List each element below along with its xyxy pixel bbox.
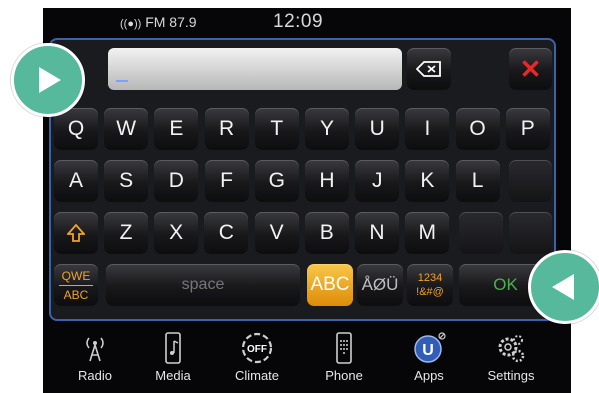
backspace-button[interactable] [407, 48, 451, 90]
nav-label: Climate [234, 368, 280, 383]
nav-media[interactable]: Media [133, 330, 213, 390]
apps-icon: U [411, 330, 447, 366]
key-m[interactable]: M [405, 212, 450, 254]
key-i[interactable]: I [405, 108, 450, 150]
radio-tower-icon [77, 330, 113, 366]
nav-label: Radio [78, 368, 112, 383]
mode-top-label: QWE [61, 268, 91, 283]
key-d[interactable]: D [154, 160, 199, 202]
text-cursor [116, 80, 128, 82]
key-r[interactable]: R [204, 108, 249, 150]
abc-label: ABC [310, 274, 350, 295]
key-p[interactable]: P [505, 108, 550, 150]
symbols-bottom-label: !&#@ [416, 286, 444, 298]
play-left-icon [528, 250, 599, 324]
key-u[interactable]: U [355, 108, 400, 150]
radio-status: ((●)) FM 87.9 [120, 14, 197, 30]
svg-text:U: U [422, 342, 434, 359]
key-g[interactable]: G [254, 160, 299, 202]
nav-label: Apps [414, 368, 444, 383]
text-input-field[interactable] [108, 48, 402, 90]
key-z[interactable]: Z [104, 212, 148, 254]
nav-label: Settings [487, 368, 535, 383]
radio-station: FM 87.9 [145, 14, 197, 30]
keyboard-panel: ✕ QWE RTYUIOP ASDFGHJKL ZXCVBNM QWE ABC s… [45, 38, 556, 321]
nav-label: Media [155, 368, 191, 383]
space-label: space [181, 276, 225, 293]
nav-settings[interactable]: Settings [471, 330, 551, 390]
nav-radio[interactable]: Radio [55, 330, 135, 390]
key-k[interactable]: K [405, 160, 450, 202]
key-o[interactable]: O [455, 108, 500, 150]
media-device-icon [155, 330, 191, 366]
key-e[interactable]: E [154, 108, 199, 150]
symbols-top-label: 1234 [417, 272, 443, 284]
phone-keypad-icon [326, 330, 362, 366]
accents-label: ÅØÜ [361, 275, 399, 294]
key-v[interactable]: V [254, 212, 299, 254]
abc-key[interactable]: ABC [307, 264, 353, 306]
space-key[interactable]: space [106, 264, 300, 306]
key-s[interactable]: S [104, 160, 149, 202]
key-c[interactable]: C [204, 212, 249, 254]
accents-key[interactable]: ÅØÜ [357, 264, 403, 306]
key-t[interactable]: T [254, 108, 299, 150]
key-x[interactable]: X [154, 212, 199, 254]
nav-climate[interactable]: OFF Climate [217, 330, 297, 390]
key-j[interactable]: J [355, 160, 400, 202]
svg-text:OFF: OFF [247, 344, 267, 355]
key-w[interactable]: W [104, 108, 149, 150]
key-n[interactable]: N [355, 212, 399, 254]
close-icon: ✕ [519, 53, 542, 84]
mode-divider [59, 284, 93, 286]
mode-bottom-label: ABC [63, 287, 89, 302]
clock: 12:09 [273, 11, 324, 32]
close-button[interactable]: ✕ [509, 48, 552, 90]
backspace-icon [416, 61, 441, 77]
key-a[interactable]: A [54, 160, 98, 202]
broadcast-icon: ((●)) [120, 18, 142, 30]
key-f[interactable]: F [204, 160, 249, 202]
shift-key[interactable] [54, 212, 98, 254]
ok-label: OK [493, 275, 518, 294]
nav-label: Phone [325, 368, 363, 383]
key-h[interactable]: H [305, 160, 349, 202]
blank-key [509, 212, 552, 254]
blank-key [459, 212, 503, 254]
shift-icon [67, 224, 85, 242]
nav-apps[interactable]: U Apps [389, 330, 469, 390]
infotainment-screen: ((●)) FM 87.9 12:09 ✕ QWERTYUIOP ASDFGHJ… [43, 8, 571, 393]
climate-off-icon: OFF [239, 330, 275, 366]
play-right-icon [11, 43, 85, 117]
blank-key [509, 160, 552, 202]
key-b[interactable]: B [304, 212, 349, 254]
nav-phone[interactable]: Phone [304, 330, 384, 390]
status-bar: ((●)) FM 87.9 12:09 [43, 8, 571, 36]
key-y[interactable]: Y [305, 108, 349, 150]
key-l[interactable]: L [455, 160, 500, 202]
symbols-key[interactable]: 1234 !&#@ [407, 264, 453, 306]
layout-mode-key[interactable]: QWE ABC [54, 264, 98, 306]
settings-gear-icon [493, 330, 529, 366]
